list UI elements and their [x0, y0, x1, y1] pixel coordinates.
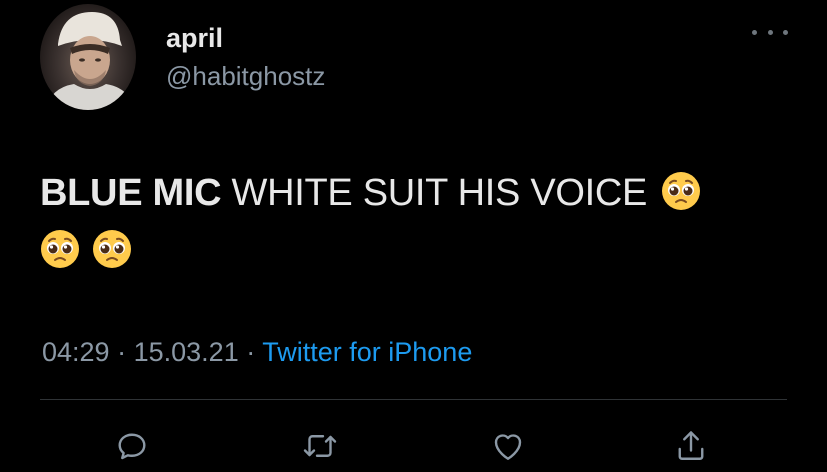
retweet-icon	[303, 435, 337, 457]
share-icon	[678, 431, 704, 460]
share-button[interactable]	[669, 424, 713, 468]
tweet-text-bold: BLUE MIC	[40, 172, 222, 214]
more-options-icon[interactable]	[752, 22, 788, 42]
user-handle[interactable]: @habitghostz	[166, 60, 325, 92]
tweet-source-link[interactable]: Twitter for iPhone	[262, 337, 472, 367]
tweet-date[interactable]: 15.03.21	[134, 337, 239, 367]
tweet-text-regular: WHITE SUIT HIS VOICE	[221, 172, 648, 214]
tweet-text: BLUE MIC WHITE SUIT HIS VOICE	[40, 164, 800, 280]
display-name[interactable]: april	[166, 22, 223, 54]
avatar[interactable]	[40, 4, 136, 110]
dot	[783, 29, 788, 35]
dot	[767, 29, 773, 35]
dot	[752, 29, 757, 35]
pleading-face-icon	[40, 228, 80, 268]
speech-bubble-icon	[118, 433, 146, 460]
heart-icon	[494, 434, 522, 460]
meta-separator: ·	[246, 337, 256, 367]
retweet-button[interactable]	[298, 424, 342, 468]
tweet-time[interactable]: 04:29	[42, 337, 110, 367]
meta-separator: ·	[117, 337, 127, 367]
emoji-row	[40, 222, 800, 280]
action-bar	[0, 424, 827, 468]
divider	[40, 399, 787, 400]
pleading-face-icon	[92, 228, 132, 268]
like-button[interactable]	[486, 424, 530, 468]
reply-button[interactable]	[110, 424, 154, 468]
tweet-meta: 04:29 · 15.03.21 · Twitter for iPhone	[42, 334, 472, 370]
pleading-face-icon	[661, 170, 701, 210]
